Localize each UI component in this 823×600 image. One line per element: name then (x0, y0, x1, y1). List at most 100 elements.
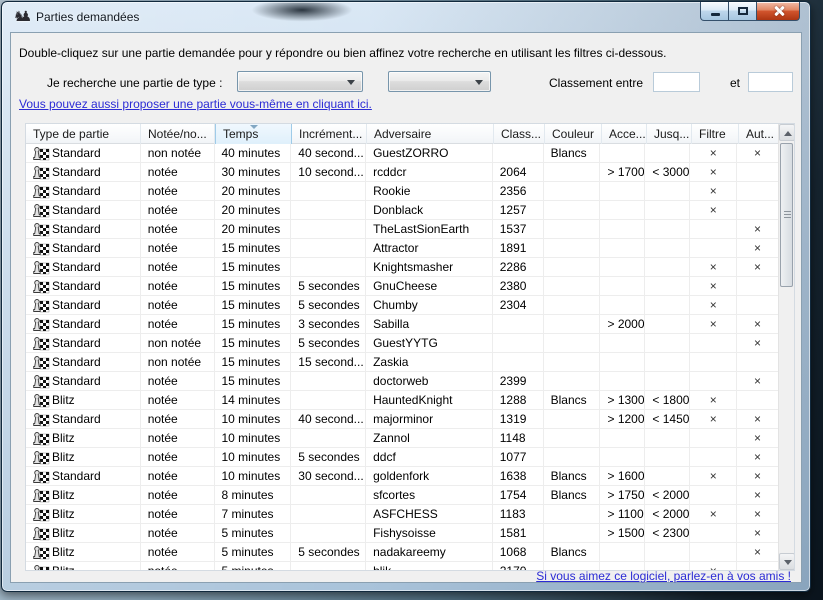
cell-rating: 1077 (493, 448, 544, 467)
cell-rating: 1257 (493, 201, 544, 220)
rating-min-input[interactable] (653, 72, 700, 92)
column-header[interactable]: Incrément... (292, 124, 367, 144)
cell-time: 20 minutes (215, 201, 292, 220)
table-row[interactable]: Standard notée 15 minutes 5 secondes Gnu… (26, 277, 778, 296)
column-header[interactable]: Notée/no... (141, 124, 215, 144)
cell-auto-flag (737, 391, 778, 410)
table-row[interactable]: Standard notée 30 minutes 10 second... r… (26, 163, 778, 182)
column-header[interactable]: Type de partie (26, 124, 141, 144)
cell-accept-from: > 1500 (600, 524, 645, 543)
chess-pawn-icon (33, 507, 50, 522)
table-row[interactable]: Blitz notée 14 minutes HauntedKnight 128… (26, 391, 778, 410)
cell-accept-to (645, 334, 690, 353)
cell-opponent: majorminor (366, 410, 493, 429)
cell-opponent: Attractor (366, 239, 493, 258)
minimize-icon (711, 13, 720, 16)
cell-increment: 5 secondes (291, 296, 366, 315)
table-row[interactable]: Standard notée 10 minutes 40 second... m… (26, 410, 778, 429)
table-row[interactable]: Standard notée 20 minutes TheLastSionEar… (26, 220, 778, 239)
vertical-scrollbar[interactable] (778, 124, 794, 570)
cell-rated: notée (141, 258, 215, 277)
column-header-label: Incrément... (299, 127, 362, 141)
table-row[interactable]: Standard notée 15 minutes Attractor 1891… (26, 239, 778, 258)
cell-filter-flag (690, 353, 737, 372)
table-body: Standard non notée 40 minutes 40 second.… (26, 144, 778, 570)
cell-color (544, 372, 601, 391)
cell-rated: notée (141, 277, 215, 296)
rating-max-input[interactable] (748, 72, 793, 92)
table-row[interactable]: Blitz notée 7 minutes ASFCHESS 1183 > 11… (26, 505, 778, 524)
column-header[interactable]: Class... (494, 124, 545, 144)
column-header-label: Notée/no... (148, 127, 207, 141)
cell-filter-flag: × (690, 410, 737, 429)
table-row[interactable]: Blitz notée 10 minutes 5 secondes ddcf 1… (26, 448, 778, 467)
cell-filter-flag: × (690, 258, 737, 277)
cell-accept-to (645, 467, 690, 486)
scroll-up-button[interactable] (779, 124, 795, 141)
title-bar[interactable]: ♞♟ Parties demandées (2, 2, 810, 32)
scroll-down-button[interactable] (779, 553, 795, 570)
cell-accept-from (600, 296, 645, 315)
table-row[interactable]: Standard notée 10 minutes 30 second... g… (26, 467, 778, 486)
cell-filter-flag: × (690, 163, 737, 182)
scrollbar-thumb[interactable] (780, 143, 793, 287)
table-row[interactable]: Standard non notée 15 minutes 15 second.… (26, 353, 778, 372)
chess-pawn-icon (33, 488, 50, 503)
cell-time: 15 minutes (215, 334, 292, 353)
cell-time: 10 minutes (215, 448, 292, 467)
cell-time: 5 minutes (215, 524, 292, 543)
table-row[interactable]: Standard non notée 15 minutes 5 secondes… (26, 334, 778, 353)
cell-increment (291, 524, 366, 543)
cell-time: 15 minutes (215, 296, 292, 315)
cell-color (544, 182, 601, 201)
cell-accept-to (645, 182, 690, 201)
chess-pawn-icon (33, 374, 50, 389)
cell-time: 10 minutes (215, 410, 292, 429)
table-row[interactable]: Blitz notée 8 minutes sfcortes 1754 Blan… (26, 486, 778, 505)
table-row[interactable]: Blitz notée 5 minutes 5 secondes nadakar… (26, 543, 778, 562)
table-row[interactable]: Standard notée 15 minutes Knightsmasher … (26, 258, 778, 277)
cell-accept-to (645, 353, 690, 372)
cell-accept-from: > 1300 (600, 391, 645, 410)
column-header-label: Couleur (552, 127, 594, 141)
game-type-select[interactable] (237, 71, 363, 92)
table-row[interactable]: Standard non notée 40 minutes 40 second.… (26, 144, 778, 163)
maximize-button[interactable] (729, 2, 756, 21)
cell-color (544, 201, 601, 220)
table-row[interactable]: Standard notée 15 minutes 5 secondes Chu… (26, 296, 778, 315)
chess-pawn-icon (33, 526, 50, 541)
table-row[interactable]: Standard notée 20 minutes Rookie 2356 × (26, 182, 778, 201)
column-header[interactable]: Aut... (739, 124, 780, 144)
cell-accept-from: > 1100 (600, 505, 645, 524)
chevron-down-icon (347, 80, 355, 85)
table-row[interactable]: Standard notée 20 minutes Donblack 1257 … (26, 201, 778, 220)
column-header[interactable]: Adversaire (367, 124, 494, 144)
table-row[interactable]: Blitz notée 10 minutes Zannol 1148 × (26, 429, 778, 448)
close-button[interactable] (756, 2, 800, 21)
column-header[interactable]: Temps (215, 124, 292, 144)
column-header[interactable]: Jusq... (647, 124, 692, 144)
table-row[interactable]: Standard notée 15 minutes 3 secondes Sab… (26, 315, 778, 334)
cell-type: Standard (26, 201, 141, 220)
cell-opponent: Sabilla (366, 315, 493, 334)
cell-accept-from (600, 239, 645, 258)
propose-game-link[interactable]: Vous pouvez aussi proposer une partie vo… (19, 97, 372, 111)
game-subtype-select[interactable] (388, 71, 491, 92)
maximize-icon (738, 7, 748, 15)
cell-opponent: Knightsmasher (366, 258, 493, 277)
share-app-link[interactable]: Si vous aimez ce logiciel, parlez-en à v… (536, 569, 791, 583)
cell-rated: notée (141, 448, 215, 467)
cell-auto-flag: × (737, 372, 778, 391)
chess-pawn-icon (33, 412, 50, 427)
cell-auto-flag (737, 163, 778, 182)
cell-time: 15 minutes (215, 353, 292, 372)
column-header[interactable]: Couleur (545, 124, 602, 144)
table-row[interactable]: Blitz notée 5 minutes Fishysoisse 1581 >… (26, 524, 778, 543)
table-row[interactable]: Standard notée 15 minutes doctorweb 2399… (26, 372, 778, 391)
column-header[interactable]: Filtre (692, 124, 739, 144)
cell-type: Standard (26, 220, 141, 239)
column-header-label: Class... (501, 127, 541, 141)
cell-time: 10 minutes (215, 467, 292, 486)
minimize-button[interactable] (700, 2, 729, 21)
column-header[interactable]: Acce... (602, 124, 647, 144)
